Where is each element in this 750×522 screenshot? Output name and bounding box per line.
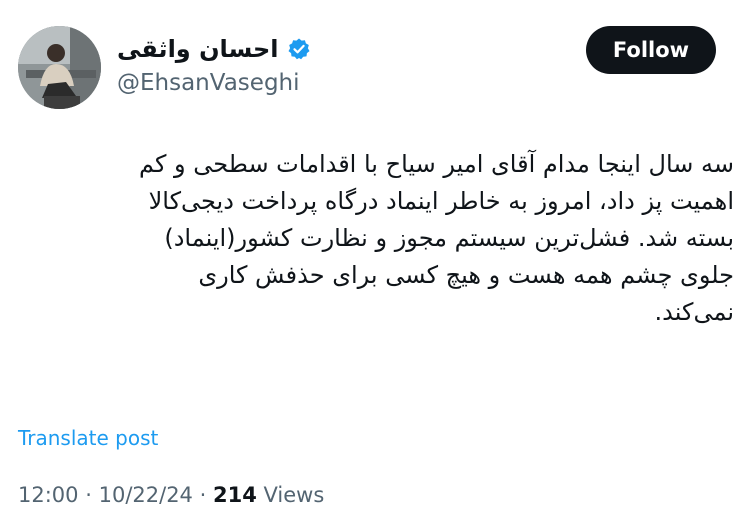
author-handle[interactable]: @EhsanVaseghi <box>117 68 300 98</box>
name-row: احسان واثقی <box>117 34 311 64</box>
post-meta: 12:00 · 10/22/24 · 214 Views <box>18 480 324 510</box>
post-text-line: جلوی چشم همه هست و هیچ کسی برای حذفش کار… <box>198 261 734 289</box>
post-date[interactable]: 10/22/24 <box>99 483 193 507</box>
post-text-line: بسته شد. فشل‌ترین سیستم مجوز و نظارت کشو… <box>164 224 734 252</box>
translate-post-link[interactable]: Translate post <box>18 424 158 452</box>
views-count: 214 <box>212 483 257 507</box>
post-time[interactable]: 12:00 <box>18 483 79 507</box>
display-name[interactable]: احسان واثقی <box>117 34 279 64</box>
post-text: سه سال اینجا مدام آقای امیر سیاح با اقدا… <box>14 146 734 331</box>
avatar-photo <box>18 26 101 109</box>
views-label: Views <box>263 483 325 507</box>
post-text-line: اهمیت پز داد، امروز به خاطر اینماد درگاه… <box>148 187 734 215</box>
post-text-line: نمی‌کند. <box>654 298 734 326</box>
avatar[interactable] <box>18 26 101 109</box>
meta-separator: · <box>199 483 207 507</box>
verified-badge-icon <box>288 38 310 60</box>
post-header: احسان واثقی @EhsanVaseghi Follow <box>0 0 750 130</box>
follow-button[interactable]: Follow <box>586 26 716 74</box>
meta-separator: · <box>85 483 92 507</box>
post-text-line: سه سال اینجا مدام آقای امیر سیاح با اقدا… <box>139 150 734 178</box>
